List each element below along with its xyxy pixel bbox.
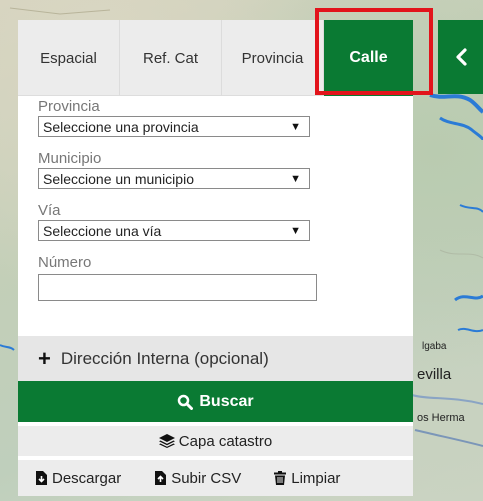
- search-panel: Espacial Ref. Cat Provincia Calle Provin…: [18, 20, 413, 496]
- provincia-select[interactable]: Seleccione una provincia ▼: [38, 116, 310, 137]
- search-icon: [178, 394, 194, 410]
- map-label: evilla: [417, 366, 452, 383]
- descargar-label: Descargar: [52, 469, 122, 487]
- limpiar-label: Limpiar: [291, 469, 341, 487]
- tab-espacial[interactable]: Espacial: [18, 20, 120, 96]
- tab-bar: Espacial Ref. Cat Provincia Calle: [18, 20, 413, 96]
- tab-calle[interactable]: Calle: [324, 20, 413, 96]
- chevron-left-icon: [455, 48, 467, 66]
- tab-provincia[interactable]: Provincia: [222, 20, 324, 96]
- numero-input[interactable]: [38, 274, 317, 301]
- dropdown-arrow-icon: ▼: [290, 224, 301, 237]
- numero-label: Número: [38, 254, 92, 271]
- file-download-icon: [36, 471, 47, 485]
- map-label: lgaba: [422, 341, 447, 352]
- subir-csv-label: Subir CSV: [171, 469, 242, 487]
- buscar-label: Buscar: [199, 392, 254, 410]
- municipio-select[interactable]: Seleccione un municipio ▼: [38, 168, 310, 189]
- map-label: os Herma: [417, 412, 465, 424]
- tab-ref-cat[interactable]: Ref. Cat: [120, 20, 222, 96]
- capa-catastro-button[interactable]: Capa catastro: [18, 426, 413, 456]
- plus-icon: +: [38, 345, 51, 371]
- bottom-actions: Descargar Subir CSV Limpiar: [18, 460, 413, 496]
- collapse-panel-button[interactable]: [438, 20, 483, 94]
- buscar-button[interactable]: Buscar: [18, 381, 413, 422]
- descargar-button[interactable]: Descargar: [36, 470, 121, 487]
- direccion-interna-toggle[interactable]: + Dirección Interna (opcional): [18, 336, 413, 381]
- via-select-value: Seleccione una vía: [43, 222, 162, 239]
- direccion-interna-label: Dirección Interna (opcional): [60, 348, 269, 368]
- capa-catastro-label: Capa catastro: [178, 432, 273, 450]
- limpiar-button[interactable]: Limpiar: [274, 470, 340, 487]
- provincia-select-value: Seleccione una provincia: [43, 118, 199, 135]
- layers-icon: [158, 434, 175, 448]
- provincia-label: Provincia: [38, 98, 100, 115]
- dropdown-arrow-icon: ▼: [290, 172, 301, 185]
- trash-icon: [274, 471, 287, 485]
- file-upload-icon: [155, 471, 167, 485]
- dropdown-arrow-icon: ▼: [290, 120, 301, 133]
- address-form: Provincia Seleccione una provincia ▼ Mun…: [18, 96, 413, 301]
- municipio-select-value: Seleccione un municipio: [43, 170, 194, 187]
- municipio-label: Municipio: [38, 150, 102, 167]
- via-select[interactable]: Seleccione una vía ▼: [38, 220, 310, 241]
- subir-csv-button[interactable]: Subir CSV: [155, 470, 241, 487]
- via-label: Vía: [38, 202, 61, 219]
